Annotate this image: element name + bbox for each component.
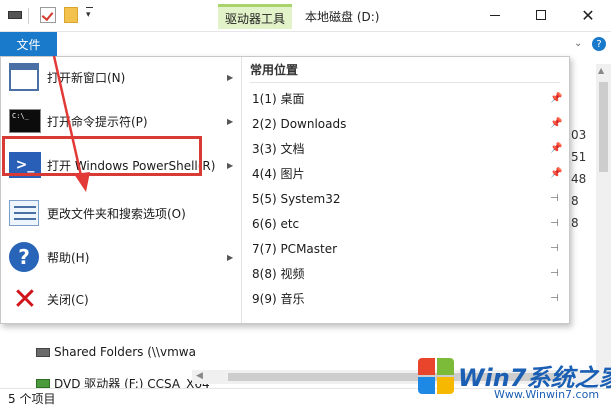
frequent-place-item[interactable]: 5(5) System32 ⊣ (242, 186, 569, 211)
frequent-place-item[interactable]: 7(7) PCMaster ⊣ (242, 236, 569, 261)
submenu-arrow-icon: ▶ (227, 252, 234, 262)
pin-icon[interactable]: ⊣ (550, 193, 559, 204)
file-size-value: 51 (571, 150, 587, 164)
window-title: 本地磁盘 (D:) (305, 10, 380, 24)
quick-access-divider (28, 8, 29, 24)
close-item[interactable]: ✕ 关闭(C) (1, 279, 241, 319)
file-menu: 打开新窗口(N) ▶ C:\_ 打开命令提示符(P) ▶ >_ 打开 Windo… (0, 56, 570, 324)
folder-options-icon (9, 200, 39, 226)
pin-icon[interactable]: ⊣ (550, 243, 559, 254)
maximize-icon (536, 10, 546, 20)
scroll-left-icon[interactable]: ◀ (196, 371, 203, 381)
command-prompt-icon: C:\_ (9, 109, 41, 133)
option-line (14, 212, 36, 214)
frequent-place-item[interactable]: 8(8) 视频 ⊣ (242, 261, 569, 286)
submenu-arrow-icon: ▶ (227, 160, 234, 170)
open-new-window-item[interactable]: 打开新窗口(N) ▶ (1, 57, 241, 97)
frequent-place-item[interactable]: 4(4) 图片 📌 (242, 161, 569, 186)
customize-toolbar-chevron-down-icon[interactable]: ▾ (86, 7, 93, 20)
file-menu-commands: 打开新窗口(N) ▶ C:\_ 打开命令提示符(P) ▶ >_ 打开 Windo… (1, 57, 242, 323)
pinned-icon[interactable]: 📌 (550, 143, 562, 154)
scrollbar-thumb[interactable] (599, 82, 608, 172)
menu-item-label: 更改文件夹和搜索选项(O) (47, 206, 186, 221)
nav-tree-label: Shared Folders (\\vmwa (54, 345, 196, 359)
frequent-place-label: 1(1) 桌面 (252, 92, 305, 106)
frequent-place-item[interactable]: 2(2) Downloads 📌 (242, 111, 569, 136)
network-drive-icon (36, 347, 50, 357)
pinned-icon[interactable]: 📌 (550, 93, 562, 104)
new-window-icon (9, 63, 39, 91)
menu-item-label: 帮助(H) (47, 250, 90, 265)
frequent-place-label: 3(3) 文档 (252, 142, 305, 156)
highlight-annotation-box (2, 136, 202, 176)
watermark: Win7系统之家 Www.Winwin7.com (418, 352, 611, 408)
frequent-places-panel: 常用位置 1(1) 桌面 📌 2(2) Downloads 📌 3(3) 文档 📌 4(4)… (242, 57, 569, 323)
frequent-place-item[interactable]: 6(6) etc ⊣ (242, 211, 569, 236)
ribbon-bar (0, 32, 611, 56)
scroll-up-icon[interactable]: ▲ (598, 66, 604, 75)
frequent-places-divider (250, 82, 560, 83)
option-line (14, 218, 36, 220)
frequent-place-item[interactable]: 3(3) 文档 📌 (242, 136, 569, 161)
frequent-place-label: 4(4) 图片 (252, 167, 305, 181)
close-window-button[interactable]: ✕ (565, 0, 611, 30)
properties-icon[interactable] (40, 7, 56, 23)
new-folder-icon[interactable] (64, 7, 78, 23)
file-size-value: 8 (571, 194, 579, 208)
frequent-place-label: 8(8) 视频 (252, 267, 305, 281)
pinned-icon[interactable]: 📌 (550, 168, 562, 179)
minimize-icon (490, 14, 500, 16)
menu-item-label: 关闭(C) (47, 292, 89, 307)
maximize-button[interactable] (518, 0, 564, 30)
submenu-arrow-icon: ▶ (227, 116, 234, 126)
help-item[interactable]: ? 帮助(H) ▶ (1, 237, 241, 277)
option-line (14, 206, 36, 208)
frequent-place-item[interactable]: 9(9) 音乐 ⊣ (242, 286, 569, 311)
watermark-url: Www.Winwin7.com (494, 388, 600, 401)
close-icon: ✕ (581, 5, 595, 25)
frequent-place-label: 5(5) System32 (252, 191, 341, 206)
frequent-place-label: 9(9) 音乐 (252, 292, 305, 306)
item-count: 5 个项目 (8, 392, 56, 406)
frequent-place-label: 6(6) etc (252, 216, 300, 231)
file-size-value: 48 (571, 172, 587, 186)
help-icon[interactable]: ? (592, 37, 606, 51)
dvd-drive-icon (36, 379, 50, 388)
frequent-place-label: 2(2) Downloads (252, 116, 347, 131)
drive-icon[interactable] (8, 11, 22, 19)
pin-icon[interactable]: ⊣ (550, 293, 559, 304)
pin-icon[interactable]: ⊣ (550, 268, 559, 279)
pin-icon[interactable]: ⊣ (550, 218, 559, 229)
open-command-prompt-item[interactable]: C:\_ 打开命令提示符(P) ▶ (1, 101, 241, 141)
frequent-places-header: 常用位置 (250, 63, 299, 77)
frequent-place-label: 7(7) PCMaster (252, 241, 338, 256)
file-size-value: 03 (571, 128, 587, 142)
title-bar: ▾ 驱动器工具 本地磁盘 (D:) ✕ (0, 0, 611, 32)
frequent-place-item[interactable]: 1(1) 桌面 📌 (242, 86, 569, 111)
file-tab[interactable]: 文件 (0, 32, 57, 56)
drive-tools-context-tab[interactable]: 驱动器工具 (218, 4, 292, 29)
expand-ribbon-chevron-icon[interactable]: ⌄ (574, 38, 582, 49)
file-size-value: 8 (571, 216, 579, 230)
menu-item-label: 打开命令提示符(P) (47, 114, 148, 129)
menu-item-label: 打开新窗口(N) (47, 70, 126, 85)
close-x-icon: ✕ (12, 281, 38, 317)
help-circle-icon: ? (9, 242, 39, 272)
minimize-button[interactable] (472, 0, 518, 30)
nav-tree-item-shared-folders[interactable]: Shared Folders (\\vmwa (36, 345, 196, 359)
windows-flag-logo-icon (418, 358, 456, 396)
change-folder-search-options-item[interactable]: 更改文件夹和搜索选项(O) (1, 193, 241, 233)
submenu-arrow-icon: ▶ (227, 72, 234, 82)
pinned-icon[interactable]: 📌 (550, 118, 562, 129)
